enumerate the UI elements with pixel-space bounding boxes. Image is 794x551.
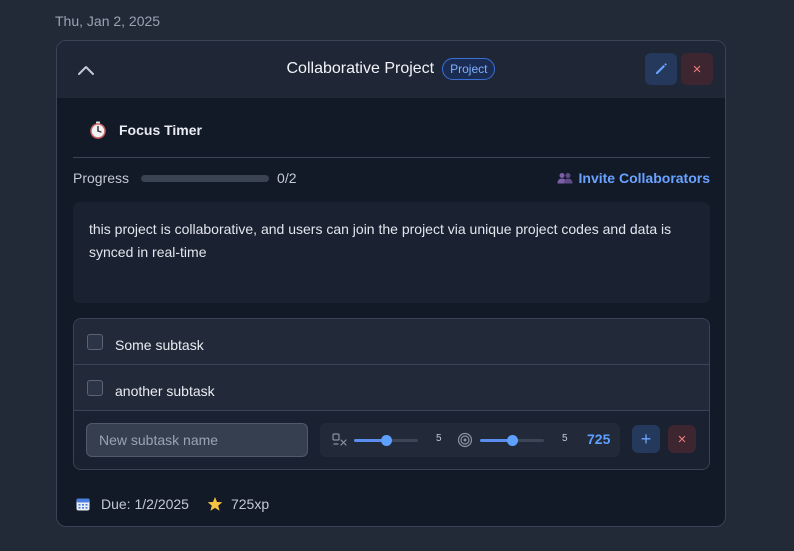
xp-total: 725	[587, 431, 611, 447]
close-icon: ×	[677, 430, 687, 448]
people-icon	[557, 173, 573, 184]
subtask-row: another subtask	[74, 365, 709, 411]
plus-icon: +	[640, 428, 652, 449]
subtask-label: another subtask	[115, 382, 215, 399]
difficulty-slider[interactable]	[354, 435, 418, 446]
task-footer: Due: 1/2/2025 725xp	[75, 496, 269, 512]
due-date: Due: 1/2/2025	[101, 496, 189, 512]
subtask-settings: 5 5 725	[320, 423, 620, 457]
subtask-label: Some subtask	[115, 336, 204, 353]
task-type-badge: Project	[442, 58, 496, 80]
date-header: Thu, Jan 2, 2025	[55, 13, 161, 29]
edit-button[interactable]	[645, 53, 677, 85]
new-subtask-input[interactable]	[86, 423, 308, 457]
focus-timer-label: Focus Timer	[119, 122, 202, 138]
subtask-list: Some subtask another subtask 5	[73, 318, 710, 470]
target-icon	[457, 432, 473, 448]
task-card: Collaborative Project Project × Focus Ti…	[56, 40, 726, 527]
task-title: Collaborative Project	[286, 60, 435, 77]
progress-row: Progress 0/2 Invite Collaborators	[73, 168, 710, 188]
cancel-subtask-button[interactable]: ×	[668, 425, 696, 453]
add-subtask-row: 5 5 725 + ×	[74, 411, 709, 469]
difficulty-icon	[332, 433, 347, 446]
divider	[73, 157, 710, 158]
invite-label: Invite Collaborators	[578, 170, 710, 186]
importance-slider-thumb[interactable]	[507, 435, 518, 446]
xp-reward: 725xp	[230, 496, 270, 512]
focus-timer[interactable]: Focus Timer	[89, 121, 202, 139]
add-subtask-button[interactable]: +	[632, 425, 660, 453]
subtask-row: Some subtask	[74, 319, 709, 365]
difficulty-slider-thumb[interactable]	[381, 435, 392, 446]
calendar-icon	[76, 498, 90, 511]
subtask-checkbox[interactable]	[87, 379, 103, 396]
difficulty-value: 5	[436, 433, 442, 444]
invite-collaborators-link[interactable]: Invite Collaborators	[557, 170, 710, 186]
stopwatch-icon	[90, 121, 106, 139]
subtask-checkbox[interactable]	[87, 333, 103, 350]
progress-bar	[141, 174, 270, 182]
close-icon: ×	[692, 60, 702, 78]
progress-label: Progress	[73, 170, 130, 186]
task-description: this project is collaborative, and users…	[73, 202, 710, 303]
importance-value: 5	[562, 433, 568, 444]
star-icon	[207, 497, 223, 511]
importance-slider[interactable]	[480, 435, 544, 446]
progress-count: 0/2	[277, 170, 297, 186]
task-card-header: Collaborative Project Project ×	[57, 41, 725, 98]
delete-button[interactable]: ×	[681, 53, 713, 85]
pencil-icon	[656, 63, 667, 74]
